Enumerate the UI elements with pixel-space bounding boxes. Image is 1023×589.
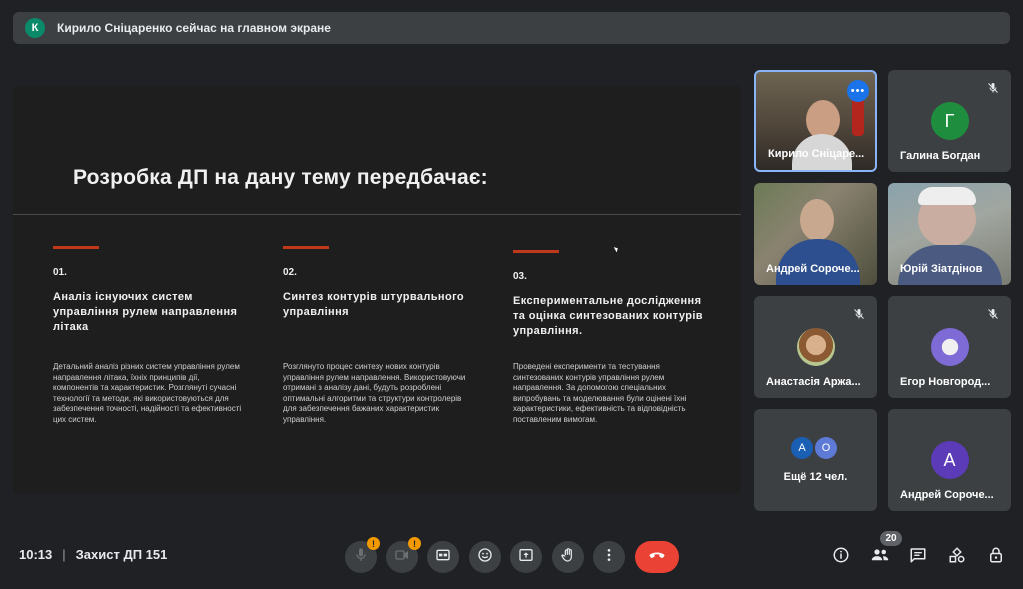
emoji-icon (477, 547, 493, 568)
slide-column-2: 02. Синтез контурів штурвального управлі… (283, 246, 483, 424)
column-body: Розглянуто процес синтезу нових контурів… (283, 362, 466, 424)
more-participants-label: Ещё 12 чел. (783, 471, 848, 483)
slide-divider (13, 214, 741, 215)
participant-photo-avatar (796, 328, 835, 366)
participant-photo-avatar (930, 328, 969, 366)
column-accent-bar (283, 246, 329, 249)
participants-count-badge: 20 (880, 531, 902, 546)
people-icon (870, 546, 890, 569)
participant-tile[interactable]: Юрій Зіатдінов (888, 183, 1011, 285)
present-icon (518, 547, 534, 568)
raise-hand-button[interactable] (552, 541, 584, 573)
presenter-avatar: К (25, 18, 45, 38)
more-icon (601, 547, 617, 568)
participant-avatar: А (930, 441, 969, 479)
participant-name: Кирило Сніцаре... (768, 148, 865, 160)
people-button[interactable] (868, 545, 892, 569)
more-options-button[interactable] (593, 541, 625, 573)
presenting-banner-text: Кирило Сніцаренко сейчас на главном экра… (57, 21, 331, 35)
microphone-button[interactable]: ! (345, 537, 380, 573)
participant-tile[interactable]: А Андрей Сороче... (888, 409, 1011, 511)
host-controls-icon (987, 546, 1005, 569)
hang-up-icon (647, 545, 667, 570)
slide-column-3: 03. Експериментальне дослідження та оцін… (513, 250, 713, 424)
warning-badge: ! (367, 537, 380, 550)
leave-call-button[interactable] (635, 541, 679, 573)
more-options-icon[interactable]: ••• (847, 80, 869, 102)
column-number: 02. (283, 267, 297, 278)
meeting-info-button[interactable] (829, 545, 853, 569)
shared-screen: Розробка ДП на дану тему передбачає: 01.… (13, 86, 741, 494)
activities-button[interactable] (945, 545, 969, 569)
raise-hand-icon (560, 547, 576, 568)
participant-tile[interactable]: Анастасія Аржа... (754, 296, 877, 398)
column-number: 01. (53, 267, 67, 278)
camera-icon (394, 547, 410, 568)
presenting-banner: К Кирило Сніцаренко сейчас на главном эк… (13, 12, 1010, 44)
camera-button[interactable]: ! (386, 537, 421, 573)
chat-icon (909, 546, 927, 569)
column-number: 03. (513, 271, 527, 282)
mic-off-icon (851, 306, 867, 322)
column-body: Проведені експерименти та тестування син… (513, 362, 687, 424)
column-heading: Синтез контурів штурвального управління (283, 291, 465, 318)
column-heading: Експериментальне дослідження та оцінка с… (513, 295, 703, 337)
participant-video-hair (918, 187, 976, 205)
participant-name: Андрей Сороче... (766, 263, 860, 275)
participant-name: Анастасія Аржа... (766, 376, 861, 388)
captions-icon (435, 547, 451, 568)
participant-tile[interactable]: ••• Кирило Сніцаре... (754, 70, 877, 172)
participant-name: Галина Богдан (900, 150, 981, 162)
meeting-time: 10:13 (19, 547, 53, 562)
microphone-icon (353, 547, 369, 568)
meeting-title: Захист ДП 151 (75, 547, 168, 562)
participant-name: Юрій Зіатдінов (900, 263, 983, 275)
info-icon (832, 546, 850, 569)
participant-video-body (776, 239, 860, 285)
warning-badge: ! (408, 537, 421, 550)
participant-name: Андрей Сороче... (900, 489, 994, 501)
mic-off-icon (985, 80, 1001, 96)
participant-mini-avatar: О (815, 437, 837, 459)
mic-off-icon (985, 306, 1001, 322)
host-controls-button[interactable] (984, 545, 1008, 569)
present-button[interactable] (510, 541, 542, 573)
emoji-button[interactable] (469, 541, 501, 573)
column-body: Детальний аналіз різних систем управлінн… (53, 362, 242, 424)
column-heading: Аналіз існуючих систем управління рулем … (53, 291, 238, 333)
slide-column-1: 01. Аналіз існуючих систем управління ру… (53, 246, 253, 424)
participant-tile[interactable]: Егор Новгород... (888, 296, 1011, 398)
captions-button[interactable] (427, 541, 459, 573)
activities-icon (948, 546, 966, 569)
slide-title: Розробка ДП на дану тему передбачає: (73, 166, 488, 189)
column-accent-bar (53, 246, 99, 249)
participant-name: Егор Новгород... (900, 376, 991, 388)
participant-video-face (800, 199, 834, 241)
meeting-separator: | (62, 547, 66, 562)
participant-avatar: Г (930, 102, 969, 140)
column-accent-bar (513, 250, 559, 253)
meeting-details: 10:13 | Захист ДП 151 (19, 547, 167, 562)
participant-tile[interactable]: Г Галина Богдан (888, 70, 1011, 172)
meet-window: К Кирило Сніцаренко сейчас на главном эк… (0, 0, 1023, 589)
participant-tile[interactable]: Андрей Сороче... (754, 183, 877, 285)
participant-mini-avatar: А (791, 437, 813, 459)
chat-button[interactable] (906, 545, 930, 569)
more-participants-tile[interactable]: А О Ещё 12 чел. (754, 409, 877, 511)
